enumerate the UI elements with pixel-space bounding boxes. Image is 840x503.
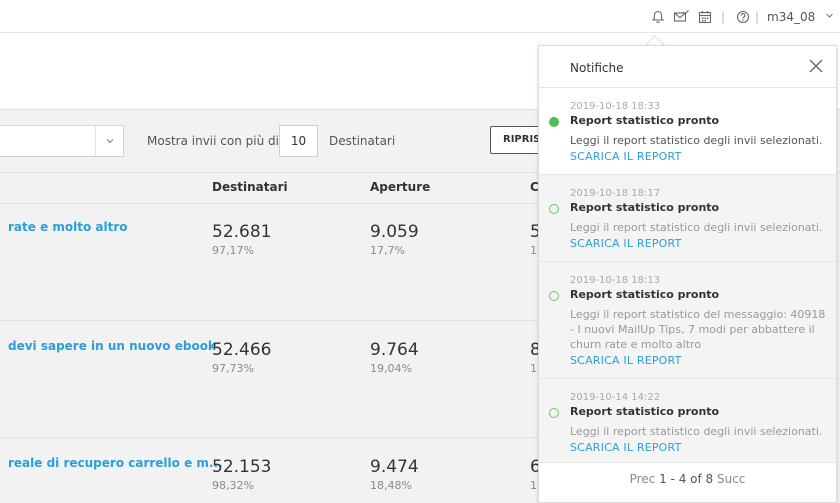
filter-dropdown[interactable]	[0, 125, 124, 157]
opens-percent: 19,04%	[370, 362, 412, 375]
recipients-percent: 97,73%	[212, 362, 254, 375]
notification-title: Report statistico pronto	[570, 201, 720, 214]
read-dot-icon	[549, 204, 559, 214]
notification-title: Report statistico pronto	[570, 288, 720, 301]
notification-timestamp: 2019-10-18 18:33	[570, 101, 661, 112]
message-title-link[interactable]: rate e molto altro	[8, 220, 128, 234]
opens-value: 9.474	[370, 457, 419, 477]
chevron-down-icon[interactable]	[95, 126, 123, 156]
notification-body: Leggi il report statistico degli invii s…	[570, 221, 823, 234]
chevron-down-icon[interactable]	[825, 11, 834, 23]
notification-title: Report statistico pronto	[570, 405, 720, 418]
topbar-separator: |	[755, 10, 760, 24]
notification-title: Report statistico pronto	[570, 114, 720, 127]
notification-item[interactable]: 2019-10-14 14:22 Report statistico pront…	[539, 379, 836, 463]
read-dot-icon	[549, 291, 559, 301]
notifications-panel: Notifiche 2019-10-18 18:33 Report statis…	[538, 45, 837, 503]
help-icon[interactable]	[735, 9, 751, 25]
column-header-recipients[interactable]: Destinatari	[212, 180, 288, 194]
download-report-link[interactable]: SCARICA IL REPORT	[570, 150, 682, 163]
prev-page-link[interactable]: Prec	[630, 472, 656, 486]
notification-timestamp: 2019-10-18 18:13	[570, 275, 661, 286]
recipients-percent: 97,17%	[212, 244, 254, 257]
opens-percent: 17,7%	[370, 244, 405, 257]
notification-body: Leggi il report statistico del messaggio…	[570, 308, 826, 351]
bell-icon[interactable]	[650, 9, 666, 25]
recipients-value: 52.153	[212, 457, 272, 477]
notification-item[interactable]: 2019-10-18 18:13 Report statistico pront…	[539, 262, 836, 379]
download-report-link[interactable]: SCARICA IL REPORT	[570, 237, 682, 250]
clicks-percent: 1	[530, 479, 537, 492]
notification-timestamp: 2019-10-14 14:22	[570, 392, 661, 403]
download-report-link[interactable]: SCARICA IL REPORT	[570, 441, 682, 454]
pagination: Prec 1 - 4 of 8 Succ	[539, 472, 836, 486]
row-divider	[0, 437, 540, 438]
notification-body: Leggi il report statistico degli invii s…	[570, 425, 823, 438]
recipients-value: 52.681	[212, 222, 272, 242]
min-recipients-label: Mostra invii con più di	[147, 134, 279, 148]
user-menu[interactable]: m34_08	[767, 10, 815, 24]
recipients-value: 52.466	[212, 340, 272, 360]
clicks-percent: 1	[530, 362, 537, 375]
close-icon[interactable]	[807, 57, 825, 75]
calendar-icon[interactable]	[697, 9, 713, 25]
row-divider	[0, 203, 540, 204]
opens-value: 9.059	[370, 222, 419, 242]
min-recipients-suffix: Destinatari	[329, 134, 396, 148]
read-dot-icon	[549, 408, 559, 418]
topbar-separator: |	[721, 10, 726, 24]
min-recipients-input[interactable]: 10	[279, 125, 318, 157]
panel-header: Notifiche	[539, 46, 836, 88]
top-bar: | | m34_08	[0, 0, 840, 33]
mail-check-icon[interactable]	[673, 9, 689, 25]
row-divider	[0, 320, 540, 321]
unread-dot-icon	[549, 117, 559, 127]
recipients-percent: 98,32%	[212, 479, 254, 492]
panel-title: Notifiche	[570, 61, 624, 75]
page-count: 1 - 4 of 8	[659, 472, 714, 486]
message-title-link[interactable]: devi sapere in un nuovo ebook	[8, 339, 216, 353]
column-header-opens[interactable]: Aperture	[370, 180, 430, 194]
next-page-link[interactable]: Succ	[717, 472, 745, 486]
notification-timestamp: 2019-10-18 18:17	[570, 188, 661, 199]
notification-body: Leggi il report statistico degli invii s…	[570, 134, 823, 147]
notification-item[interactable]: 2019-10-18 18:33 Report statistico pront…	[539, 88, 836, 175]
opens-value: 9.764	[370, 340, 419, 360]
opens-percent: 18,48%	[370, 479, 412, 492]
clicks-percent: 1	[530, 244, 537, 257]
download-report-link[interactable]: SCARICA IL REPORT	[570, 354, 682, 367]
notification-item[interactable]: 2019-10-18 18:17 Report statistico pront…	[539, 175, 836, 262]
message-title-link[interactable]: reale di recupero carrello e m...	[8, 456, 223, 470]
